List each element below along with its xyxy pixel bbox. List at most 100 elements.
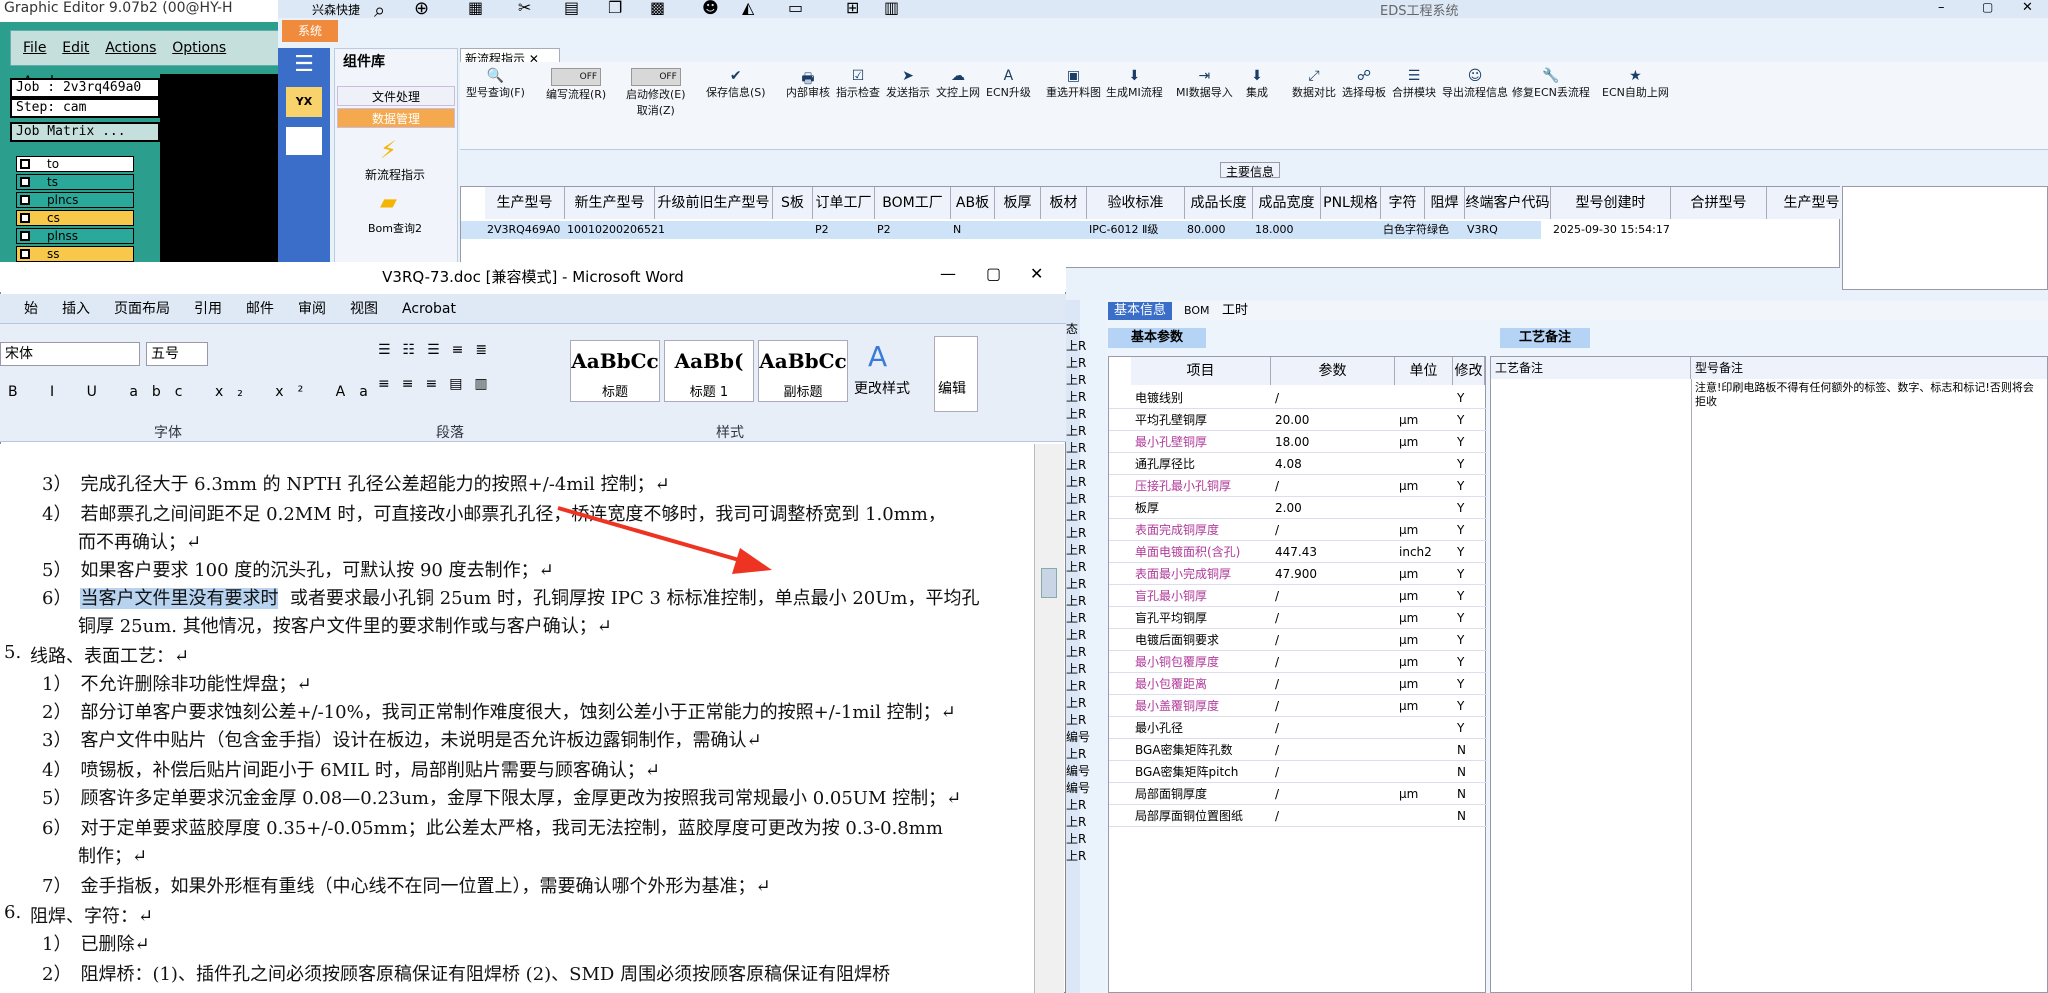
doc-line-7[interactable]: 1） 不允许删除非功能性焊盘；↵ bbox=[42, 670, 312, 696]
grid-cell-14[interactable]: 绿色 bbox=[1425, 221, 1465, 239]
ribbon-btn-13[interactable]: ⤢ 数据对比 bbox=[1292, 68, 1336, 100]
system-menu[interactable]: 系统 bbox=[282, 20, 338, 42]
grid-cell-1[interactable]: 10010200206521 bbox=[565, 221, 665, 239]
tab-basic-info[interactable]: 基本信息 bbox=[1108, 302, 1173, 320]
params-row[interactable]: 局部面铜厚度 / μm N bbox=[1109, 783, 1487, 805]
format-bold-italic-underline-icons[interactable]: B I U abc x₂ x² Aa bbox=[8, 384, 382, 400]
comp-data-management[interactable]: 数据管理 bbox=[337, 108, 455, 128]
copy-icon[interactable]: ❐ bbox=[608, 0, 622, 17]
menu-options[interactable]: Options bbox=[172, 31, 226, 65]
ribbon-btn-1[interactable]: OFF 编写流程(R) bbox=[546, 68, 606, 102]
font-size-select[interactable]: 五号 bbox=[146, 342, 208, 366]
user-icon[interactable]: ☻ bbox=[702, 0, 719, 17]
params-cell[interactable]: / bbox=[1275, 607, 1395, 629]
tab-bom[interactable]: BOM bbox=[1184, 302, 1210, 320]
grid-header-12[interactable]: PNL规格 bbox=[1321, 187, 1381, 219]
params-cell[interactable]: N bbox=[1457, 761, 1485, 783]
folder-icon[interactable]: ▰ bbox=[380, 190, 397, 215]
params-row[interactable]: 表面最小完成铜厚 47.900 μm Y bbox=[1109, 563, 1487, 585]
grid-cell-0[interactable]: 2V3RQ469A0 bbox=[485, 221, 565, 239]
grid-cell-5[interactable]: P2 bbox=[875, 221, 951, 239]
params-cell[interactable]: 447.43 bbox=[1275, 541, 1395, 563]
layer-checkbox[interactable] bbox=[20, 159, 30, 169]
params-cell[interactable]: 板厚 bbox=[1135, 497, 1271, 519]
word-maximize-icon[interactable]: ▢ bbox=[986, 264, 1001, 283]
params-cell[interactable]: / bbox=[1275, 739, 1395, 761]
params-cell[interactable]: 局部面铜厚度 bbox=[1135, 783, 1271, 805]
params-row[interactable]: 电镀后面铜要求 / μm Y bbox=[1109, 629, 1487, 651]
params-cell[interactable]: / bbox=[1275, 695, 1395, 717]
params-cell[interactable]: / bbox=[1275, 387, 1395, 409]
params-cell[interactable]: 2.00 bbox=[1275, 497, 1395, 519]
params-cell[interactable]: / bbox=[1275, 651, 1395, 673]
params-cell[interactable]: BGA密集矩阵孔数 bbox=[1135, 739, 1271, 761]
word-tab-4[interactable]: 邮件 bbox=[246, 294, 274, 324]
grid-header-4[interactable]: 订单工厂 bbox=[813, 187, 875, 219]
word-tab-3[interactable]: 引用 bbox=[194, 294, 222, 324]
params-cell[interactable]: Y bbox=[1457, 629, 1485, 651]
params-cell[interactable]: μm bbox=[1399, 629, 1453, 651]
ribbon-btn-9[interactable]: ▣ 重选开料图 bbox=[1046, 68, 1101, 100]
params-cell[interactable]: BGA密集矩阵pitch bbox=[1135, 761, 1271, 783]
params-cell[interactable]: 电镀线别 bbox=[1135, 387, 1271, 409]
doc-line-15[interactable]: 阻焊、字符：↵ bbox=[30, 902, 153, 928]
params-cell[interactable]: N bbox=[1457, 805, 1485, 827]
grid-header-0[interactable]: 生产型号 bbox=[485, 187, 565, 219]
params-cell[interactable]: 局部厚面铜位置图纸 bbox=[1135, 805, 1271, 827]
ribbon-btn-10[interactable]: ⬇ 生成MI流程 bbox=[1106, 68, 1163, 100]
chart-icon[interactable]: ◭ bbox=[742, 0, 754, 17]
monitor-icon[interactable]: ▭ bbox=[788, 0, 803, 17]
params-row[interactable]: 最小孔径 / Y bbox=[1109, 717, 1487, 739]
word-tab-7[interactable]: Acrobat bbox=[402, 294, 456, 324]
layer-cs[interactable]: cs bbox=[16, 210, 134, 226]
params-cell[interactable]: inch2 bbox=[1399, 541, 1453, 563]
grid-header-10[interactable]: 成品长度 bbox=[1185, 187, 1253, 219]
params-cell[interactable]: Y bbox=[1457, 541, 1485, 563]
doc-line-4[interactable]: 或者要求最小孔铜 25um 时，孔铜厚按 IPC 3 标标准控制，单点最小 20… bbox=[290, 584, 979, 610]
params-cell[interactable]: 表面完成铜厚度 bbox=[1135, 519, 1271, 541]
params-cell[interactable]: 盲孔最小铜厚 bbox=[1135, 585, 1271, 607]
comp-bom-query[interactable]: Bom查询2 bbox=[336, 220, 454, 236]
scroll-thumb[interactable] bbox=[1041, 568, 1057, 598]
grid-header-7[interactable]: 板厚 bbox=[995, 187, 1041, 219]
params-cell[interactable]: 20.00 bbox=[1275, 409, 1395, 431]
menu-edit[interactable]: Edit bbox=[62, 31, 89, 65]
params-cell[interactable]: Y bbox=[1457, 717, 1485, 739]
params-row[interactable]: 表面完成铜厚度 / μm Y bbox=[1109, 519, 1487, 541]
lightning-icon[interactable]: ⚡ bbox=[380, 136, 397, 164]
paragraph-align-icons[interactable]: ≡≡≡▤▥ bbox=[378, 376, 500, 392]
params-cell[interactable]: / bbox=[1275, 629, 1395, 651]
layer-checkbox[interactable] bbox=[20, 213, 30, 223]
toggle-switch[interactable]: OFF bbox=[551, 68, 602, 86]
grid-header-11[interactable]: 成品宽度 bbox=[1253, 187, 1321, 219]
params-cell[interactable]: / bbox=[1275, 783, 1395, 805]
params-cell[interactable]: μm bbox=[1399, 563, 1453, 585]
params-cell[interactable]: Y bbox=[1457, 475, 1485, 497]
params-cell[interactable]: 最小包覆距离 bbox=[1135, 673, 1271, 695]
params-cell[interactable]: Y bbox=[1457, 651, 1485, 673]
ribbon-btn-8[interactable]: A ECN升级 bbox=[986, 68, 1031, 100]
ribbon-btn-4[interactable]: 🖶 内部审核 bbox=[786, 68, 830, 100]
menu-actions[interactable]: Actions bbox=[105, 31, 156, 65]
params-cell[interactable]: μm bbox=[1399, 475, 1453, 497]
comp-new-flow[interactable]: 新流程指示 bbox=[336, 166, 454, 183]
grid-cell-13[interactable]: 白色字符 bbox=[1381, 221, 1427, 239]
word-close-icon[interactable]: ✕ bbox=[1030, 264, 1043, 283]
grid-header-2[interactable]: 升级前旧生产型号 bbox=[655, 187, 773, 219]
ribbon-btn-14[interactable]: ☍ 选择母板 bbox=[1342, 68, 1386, 100]
params-row[interactable]: 平均孔壁铜厚 20.00 μm Y bbox=[1109, 409, 1487, 431]
comp-file-processing[interactable]: 文件处理 bbox=[337, 86, 455, 106]
params-cell[interactable]: / bbox=[1275, 761, 1395, 783]
params-cell[interactable]: Y bbox=[1457, 497, 1485, 519]
layer-ts[interactable]: ts bbox=[16, 174, 134, 190]
grid-header-1[interactable]: 新生产型号 bbox=[565, 187, 655, 219]
params-cell[interactable]: 47.900 bbox=[1275, 563, 1395, 585]
params-cell[interactable]: Y bbox=[1457, 387, 1485, 409]
layer-checkbox[interactable] bbox=[20, 249, 30, 259]
doc-line-11[interactable]: 5） 顾客许多定单要求沉金金厚 0.08—0.23um，金厚下限太厚，金厚更改为… bbox=[42, 784, 961, 810]
ribbon-btn-7[interactable]: ☁ 文控上网 bbox=[936, 68, 980, 100]
word-scrollbar[interactable] bbox=[1034, 444, 1064, 993]
layer-checkbox[interactable] bbox=[20, 231, 30, 241]
params-cell[interactable]: 最小铜包覆厚度 bbox=[1135, 651, 1271, 673]
toggle-switch[interactable]: OFF bbox=[630, 68, 681, 86]
